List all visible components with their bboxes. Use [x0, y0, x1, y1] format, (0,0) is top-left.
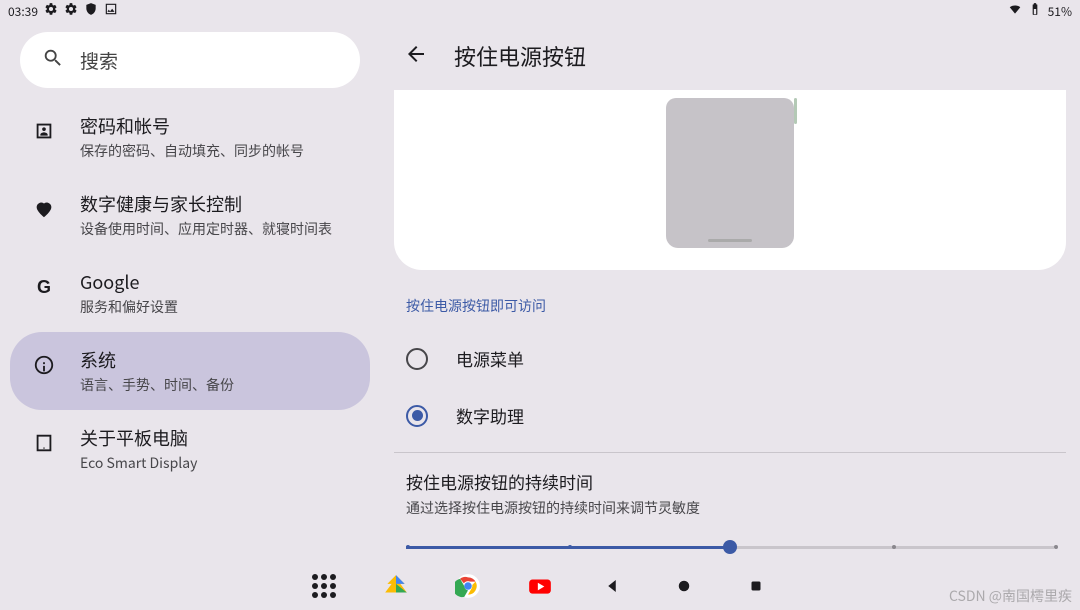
sidebar-item-sub: 保存的密码、自动填充、同步的帐号 — [80, 142, 304, 160]
slider-sub: 通过选择按住电源按钮的持续时间来调节灵敏度 — [406, 498, 1054, 518]
sidebar-item-title: 密码和帐号 — [80, 114, 304, 138]
sidebar-item-title: 系统 — [80, 348, 234, 372]
files-icon[interactable] — [383, 573, 409, 599]
watermark: CSDN @南国樗里疾 — [949, 586, 1072, 606]
sidebar-item-3[interactable]: 系统 语言、手势、时间、备份 — [10, 332, 370, 410]
slider-title: 按住电源按钮的持续时间 — [406, 469, 1054, 494]
slider-thumb[interactable] — [723, 540, 737, 554]
sidebar-item-sub: Eco Smart Display — [80, 454, 197, 472]
sidebar-item-title: Google — [80, 270, 178, 294]
sidebar-item-sub: 服务和偏好设置 — [80, 298, 178, 316]
back-button[interactable] — [404, 42, 428, 71]
nav-recent-button[interactable] — [743, 573, 769, 599]
sidebar-item-title: 关于平板电脑 — [80, 426, 197, 450]
illustration — [394, 90, 1066, 270]
search-bar[interactable] — [20, 32, 360, 88]
search-icon — [42, 47, 64, 74]
battery-icon — [1028, 2, 1042, 20]
tablet-icon — [32, 426, 56, 458]
wifi-icon — [1008, 2, 1022, 20]
shield-icon — [84, 2, 98, 20]
nav-home-button[interactable] — [671, 573, 697, 599]
radio-option-0[interactable]: 电源菜单 — [394, 330, 1066, 387]
nav-back-button[interactable] — [599, 573, 625, 599]
google-icon: G — [32, 270, 56, 302]
sidebar-item-0[interactable]: 密码和帐号 保存的密码、自动填充、同步的帐号 — [10, 98, 370, 176]
duration-slider[interactable] — [406, 540, 1054, 554]
heart-icon — [32, 192, 56, 224]
radio-icon — [406, 405, 428, 427]
radio-option-1[interactable]: 数字助理 — [394, 387, 1066, 444]
user-badge-icon — [32, 114, 56, 146]
search-input[interactable] — [80, 47, 338, 74]
status-battery: 51% — [1048, 3, 1072, 20]
chrome-icon[interactable] — [455, 573, 481, 599]
nav-bar: CSDN @南国樗里疾 — [0, 562, 1080, 610]
picture-icon — [104, 2, 118, 20]
radio-icon — [406, 348, 428, 370]
page-title: 按住电源按钮 — [454, 40, 586, 72]
section-label: 按住电源按钮即可访问 — [394, 270, 1066, 330]
sidebar-item-1[interactable]: 数字健康与家长控制 设备使用时间、应用定时器、就寝时间表 — [10, 176, 370, 254]
status-bar: 03:39 51% — [0, 0, 1080, 22]
radio-label: 数字助理 — [456, 403, 524, 428]
status-time: 03:39 — [8, 3, 38, 20]
sidebar-item-2[interactable]: G Google 服务和偏好设置 — [10, 254, 370, 332]
sidebar-item-sub: 语言、手势、时间、备份 — [80, 376, 234, 394]
sidebar-item-title: 数字健康与家长控制 — [80, 192, 332, 216]
gear-icon — [64, 2, 78, 20]
sidebar-item-sub: 设备使用时间、应用定时器、就寝时间表 — [80, 220, 332, 238]
radio-label: 电源菜单 — [456, 346, 524, 371]
youtube-icon[interactable] — [527, 573, 553, 599]
phone-illustration — [666, 98, 794, 248]
app-drawer-button[interactable] — [311, 573, 337, 599]
settings-sidebar: 密码和帐号 保存的密码、自动填充、同步的帐号 数字健康与家长控制 设备使用时间、… — [0, 22, 380, 562]
info-icon — [32, 348, 56, 380]
sidebar-item-4[interactable]: 关于平板电脑 Eco Smart Display — [10, 410, 370, 488]
gear-icon — [44, 2, 58, 20]
